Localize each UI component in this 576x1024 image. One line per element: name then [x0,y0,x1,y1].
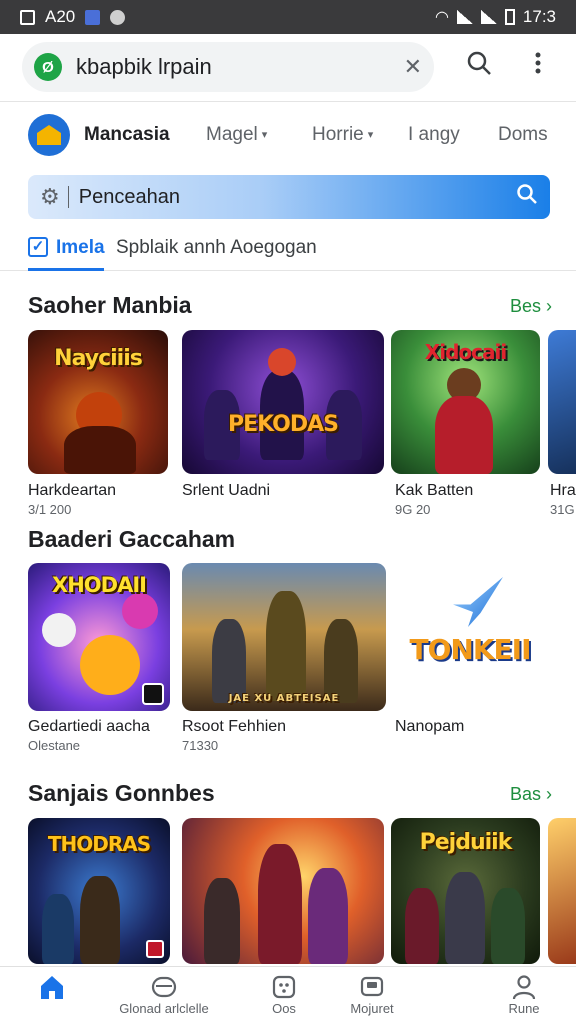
search-icon[interactable] [466,50,492,83]
shield-icon [110,9,126,25]
section-title: Saoher Manbia [28,292,192,318]
notification-icon [20,9,35,25]
signal-icon-2 [480,10,497,24]
game-art-title: Nayciiis [54,346,143,371]
game-card[interactable] [548,330,576,474]
game-card[interactable] [182,818,384,964]
status-bar: A20 ◠ 17:3 [0,0,576,34]
search-input[interactable]: Penceahan [79,186,180,209]
url-text[interactable]: kbapbik lrpain [76,54,212,80]
game-title[interactable]: Hral [550,482,576,500]
game-title[interactable]: Rsoot Fehhien [182,718,286,736]
game-title[interactable]: Kak Batten [395,482,473,500]
game-meta: 9G 20 [395,502,431,517]
game-title[interactable]: Srlent Uadni [182,482,270,500]
game-art-title: JAE XU ABTEISAE [228,693,340,704]
person-icon [464,971,576,1001]
game-art-title: Pejduiik [419,830,513,855]
game-card[interactable]: PEKODAS [182,330,384,474]
status-time: 17:3 [522,7,556,26]
movies-icon [312,971,432,1001]
game-art-title: XHODAII [52,573,147,597]
game-card[interactable]: Nayciiis [28,330,168,474]
game-badge-icon [142,683,164,705]
game-meta: 31G [550,502,575,517]
signal-icon [456,10,473,24]
address-bar[interactable]: Ø kbapbik lrpain ✕ [22,42,434,92]
section-title: Baaderi Gaccaham [28,526,236,552]
nav-profile[interactable]: Rune [464,971,576,1016]
arrow-right-icon: › [546,296,552,316]
search-icon[interactable] [516,183,538,211]
game-meta: 3/1 200 [28,502,72,517]
status-left-text: A20 [45,7,76,26]
game-badge-icon [146,940,164,958]
nav-home[interactable] [0,971,112,1001]
game-title[interactable]: Harkdeartan [28,482,116,500]
brand-name[interactable]: Mancasia [84,124,170,146]
see-more-link[interactable]: Bes › [510,296,552,317]
filter-subtitle[interactable]: Spblaik annh Aoegogan [116,237,317,259]
chevron-down-icon: ▾ [261,129,268,142]
nav-movies[interactable]: Mojuret [312,971,432,1016]
game-title[interactable]: Gedartiedi aacha [28,718,150,736]
nav-item-doms[interactable]: Doms [498,124,548,146]
site-icon: Ø [34,53,62,81]
game-art-title: PEKODAS [227,412,339,437]
game-card[interactable]: Xidocaii [391,330,540,474]
bottom-nav: Glonad arlclelle Oos Mojuret Rune [0,966,576,1024]
game-art-title: Xidocaii [424,340,507,364]
game-card[interactable]: JAE XU ABTEISAE [182,563,386,711]
tab-indicator [28,268,104,271]
gear-icon[interactable]: ⚙ [40,184,60,210]
game-art-title: TONKEII [409,633,532,666]
nav-games[interactable]: Glonad arlclelle [104,971,224,1016]
checkbox[interactable]: ✓ [28,237,48,257]
gamepad-icon [104,971,224,1001]
star-logo-icon [453,577,503,627]
browser-toolbar: Ø kbapbik lrpain ✕ [0,34,576,102]
game-meta: 71330 [182,738,219,753]
game-title[interactable]: Nanopam [395,718,464,736]
see-more-link[interactable]: Bas › [510,784,552,805]
chevron-down-icon: ▾ [367,129,374,142]
nav-item-magel[interactable]: Magel ▾ [206,124,267,146]
more-menu-icon[interactable] [530,50,546,83]
game-card[interactable] [548,818,576,964]
game-card[interactable]: XHODAII [28,563,170,711]
game-card[interactable]: Pejduiik [391,818,540,964]
filter-row: ✓ Imela Spblaik annh Aoegogan [0,225,576,271]
tab-imela[interactable]: Imela [56,237,105,259]
battery-icon [504,9,515,25]
app-header: Mancasia Magel ▾ Horrie ▾ I angy Doms [0,110,576,162]
image-icon [85,9,101,25]
arrow-right-icon: › [546,784,552,804]
app-logo-icon[interactable] [28,114,70,156]
game-art-title: THODRAS [47,832,151,856]
game-card[interactable]: TONKEII [395,563,545,711]
nav-item-iangy[interactable]: I angy [408,124,460,146]
game-card[interactable]: THODRAS [28,818,170,964]
section-title: Sanjais Gonnbes [28,780,215,806]
wifi-icon: ◠ [434,9,449,26]
clear-url-icon[interactable]: ✕ [404,54,422,80]
divider [67,186,69,208]
game-meta: Olestane [28,738,81,753]
home-icon [0,971,112,1001]
search-bar[interactable]: ⚙ Penceahan [28,175,550,219]
nav-item-horrie[interactable]: Horrie ▾ [312,124,373,146]
